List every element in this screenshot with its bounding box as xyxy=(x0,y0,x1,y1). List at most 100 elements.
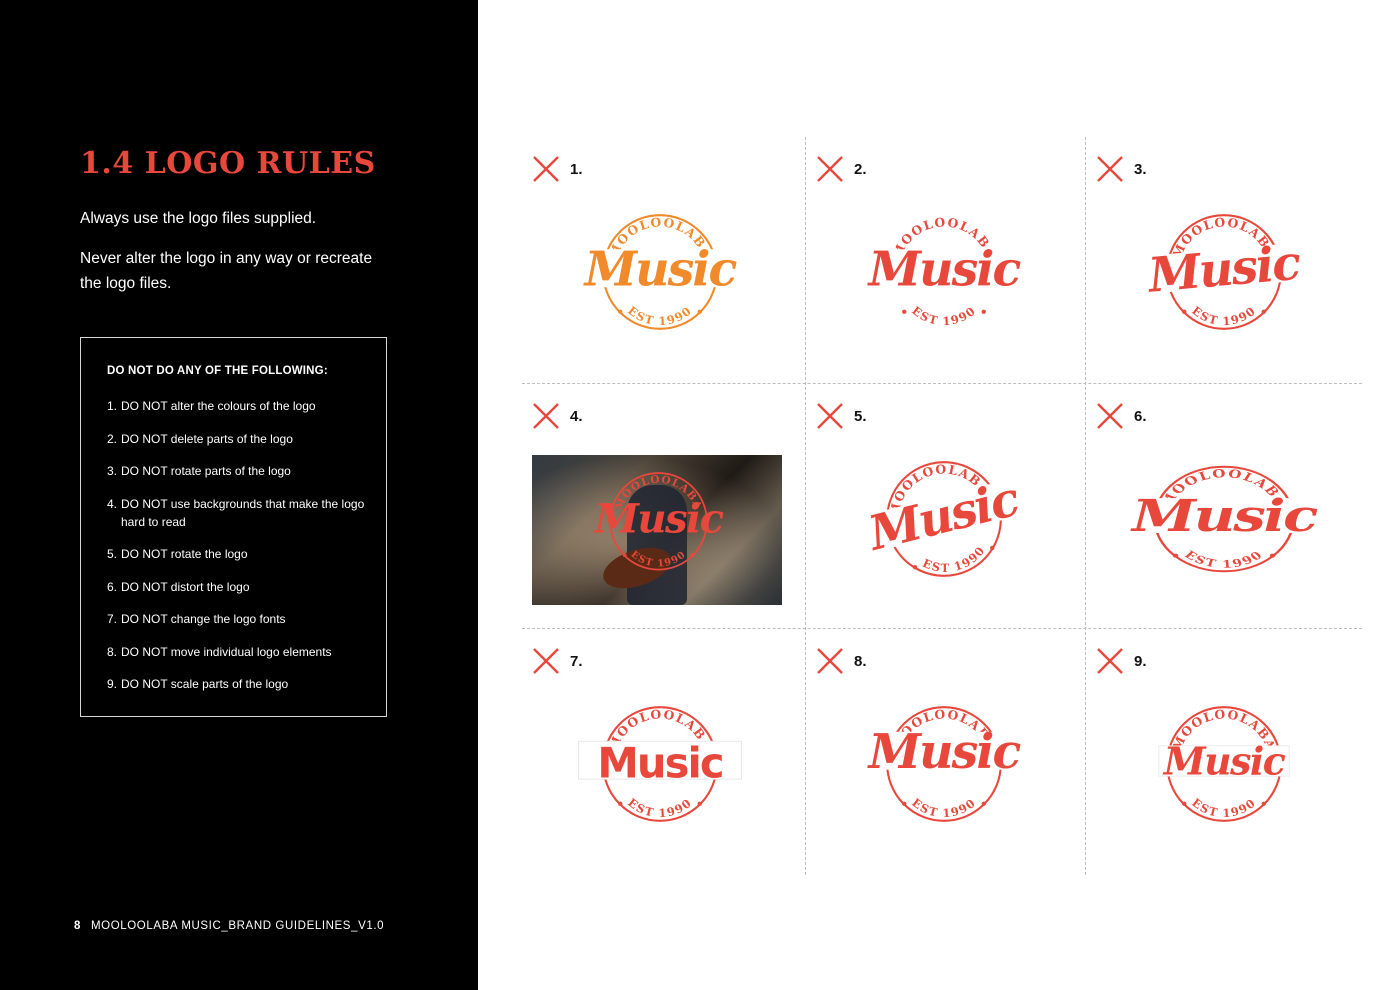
svg-text:Music: Music xyxy=(592,496,723,543)
rule-item: 2. DO NOT delete parts of the logo xyxy=(107,430,377,448)
svg-text:EST 1990: EST 1990 xyxy=(909,795,979,820)
rule-item: 9. DO NOT scale parts of the logo xyxy=(107,675,377,693)
svg-text:Music: Music xyxy=(867,725,1022,780)
rule-item: 5. DO NOT rotate the logo xyxy=(107,545,377,563)
logo-wrap: MOOLOOLABA EST 1990 Music xyxy=(854,448,1034,590)
svg-text:EST 1990: EST 1990 xyxy=(1189,303,1259,328)
mooloolaba-music-logo: MOOLOOLABA EST 1990 Music xyxy=(862,214,1026,328)
cross-icon xyxy=(817,648,843,674)
logo-wrap: MOOLOOLABA EST 1990 Music xyxy=(582,461,735,582)
svg-text:EST 1990: EST 1990 xyxy=(1189,795,1259,820)
rule-number: 1. xyxy=(107,399,118,413)
cross-icon xyxy=(533,403,559,429)
mooloolaba-music-logo: MOOLOOLABA EST 1990 Music xyxy=(1158,706,1290,822)
rule-number: 5. xyxy=(107,547,118,561)
mooloolaba-music-logo: MOOLOOLABA EST 1990 Music xyxy=(1140,214,1307,330)
example-cell: 5. MOOLOOLABA EST 1990 Music xyxy=(806,384,1086,630)
svg-text:EST 1990: EST 1990 xyxy=(625,795,695,820)
intro-line-1: Always use the logo files supplied. xyxy=(80,210,317,227)
mooloolaba-music-logo: MOOLOOLABA EST 1990 Music xyxy=(862,706,1026,822)
rule-text: DO NOT use backgrounds that make the log… xyxy=(121,496,365,529)
svg-text:Music: Music xyxy=(1130,491,1318,542)
rule-text: DO NOT change the logo fonts xyxy=(121,612,286,626)
example-cell: 6. MOOLOOLABA EST 1990 Music xyxy=(1086,384,1366,630)
example-cell: 8. MOOLOOLABA EST 1990 Music xyxy=(806,629,1086,875)
cross-icon xyxy=(533,156,559,182)
rule-text: DO NOT alter the colours of the logo xyxy=(121,399,316,413)
page-title: 1.4 LOGO RULES xyxy=(80,146,376,181)
example-cell: 9. MOOLOOLABA EST 1990 Music xyxy=(1086,629,1366,875)
rules-heading: DO NOT DO ANY OF THE FOLLOWING: xyxy=(107,365,328,377)
logo-wrap: MOOLOOLABA EST 1990 Music xyxy=(570,201,750,343)
svg-text:EST 1990: EST 1990 xyxy=(909,303,979,328)
example-cell: 4. MOOLOOLABA EST 1990 Music xyxy=(522,384,802,630)
svg-text:Music: Music xyxy=(867,242,1022,297)
intro-line-2: Never alter the logo in any way or recre… xyxy=(80,250,373,292)
svg-text:Music: Music xyxy=(862,471,1026,562)
rules-list: 1. DO NOT alter the colours of the logo 2… xyxy=(107,397,377,708)
example-number: 3. xyxy=(1134,161,1147,178)
mooloolaba-music-logo: MOOLOOLABA EST 1990 Music xyxy=(859,450,1027,582)
logo-misuse-grid: 1. MOOLOOLABA EST 1990 Music 2. xyxy=(522,137,1362,875)
rule-text: DO NOT move individual logo elements xyxy=(121,644,332,659)
rule-text: DO NOT distort the logo xyxy=(121,579,250,594)
rule-number: 8. xyxy=(107,644,118,659)
mooloolaba-music-logo: MOOLOOLABA EST 1990 Music xyxy=(1124,465,1324,573)
svg-text:Music: Music xyxy=(597,738,722,787)
logo-wrap: MOOLOOLABA EST 1990 Music xyxy=(1134,693,1314,835)
svg-text:EST 1990: EST 1990 xyxy=(629,549,689,570)
example-cell: 7. MOOLOOLABA EST 1990 Music xyxy=(522,629,802,875)
example-number: 6. xyxy=(1134,408,1147,425)
example-number: 4. xyxy=(570,408,583,425)
example-number: 2. xyxy=(854,161,867,178)
example-number: 1. xyxy=(570,161,583,178)
cross-icon xyxy=(1097,403,1123,429)
logo-wrap: MOOLOOLABA EST 1990 Music xyxy=(1124,448,1324,590)
example-number: 7. xyxy=(570,653,583,670)
svg-text:Music: Music xyxy=(1162,739,1286,784)
page-number: 8 xyxy=(74,920,81,932)
example-number: 9. xyxy=(1134,653,1147,670)
rule-number: 2. xyxy=(107,431,118,446)
document-title: MOOLOOLABA MUSIC_BRAND GUIDELINES_V1.0 xyxy=(91,920,385,932)
cross-icon xyxy=(1097,156,1123,182)
rule-number: 7. xyxy=(107,612,118,626)
rule-number: 3. xyxy=(107,464,118,478)
mooloolaba-music-logo: MOOLOOLABA EST 1990 Music xyxy=(592,472,725,571)
cross-icon xyxy=(817,156,843,182)
example-number: 5. xyxy=(854,408,867,425)
rule-text: DO NOT rotate the logo xyxy=(121,547,248,561)
mooloolaba-music-logo: MOOLOOLABA EST 1990 Music xyxy=(578,214,742,330)
rules-box: DO NOT DO ANY OF THE FOLLOWING: 1. DO NOT… xyxy=(80,337,387,717)
example-cell: 1. MOOLOOLABA EST 1990 Music xyxy=(522,137,802,383)
svg-text:Music: Music xyxy=(1144,236,1303,304)
logo-wrap: MOOLOOLABA EST 1990 Music xyxy=(570,693,750,835)
logo-wrap: MOOLOOLABA EST 1990 Music xyxy=(854,201,1034,343)
rule-item: 7. DO NOT change the logo fonts xyxy=(107,610,377,628)
page-footer: 8 MOOLOOLABA MUSIC_BRAND GUIDELINES_V1.0 xyxy=(74,920,384,932)
rule-item: 1. DO NOT alter the colours of the logo xyxy=(107,397,377,415)
rule-text: DO NOT rotate parts of the logo xyxy=(121,464,291,478)
example-cell: 3. MOOLOOLABA EST 1990 Music xyxy=(1086,137,1366,383)
cross-icon xyxy=(817,403,843,429)
rule-item: 6. DO NOT distort the logo xyxy=(107,578,377,596)
mooloolaba-music-logo: MOOLOOLABA EST 1990 Music xyxy=(578,706,742,822)
sidebar-panel: 1.4 LOGO RULES Always use the logo files… xyxy=(0,0,478,990)
rule-text: DO NOT scale parts of the logo xyxy=(121,677,289,691)
svg-text:EST 1990: EST 1990 xyxy=(625,303,695,328)
svg-text:Music: Music xyxy=(583,242,738,297)
logo-wrap: MOOLOOLABA EST 1990 Music xyxy=(854,693,1034,835)
rule-item: 3. DO NOT rotate parts of the logo xyxy=(107,462,377,480)
band-photo-background: MOOLOOLABA EST 1990 Music xyxy=(532,455,782,605)
rule-item: 8. DO NOT move individual logo elements xyxy=(107,643,377,661)
cross-icon xyxy=(533,648,559,674)
example-cell: 2. MOOLOOLABA EST 1990 Music xyxy=(806,137,1086,383)
rule-text: DO NOT delete parts of the logo xyxy=(121,431,293,446)
rule-number: 4. xyxy=(107,496,118,511)
rule-number: 6. xyxy=(107,579,118,594)
rule-number: 9. xyxy=(107,677,118,691)
cross-icon xyxy=(1097,648,1123,674)
rule-item: 4. DO NOT use backgrounds that make the l… xyxy=(107,495,377,531)
logo-wrap: MOOLOOLABA EST 1990 Music xyxy=(1134,201,1314,343)
example-number: 8. xyxy=(854,653,867,670)
